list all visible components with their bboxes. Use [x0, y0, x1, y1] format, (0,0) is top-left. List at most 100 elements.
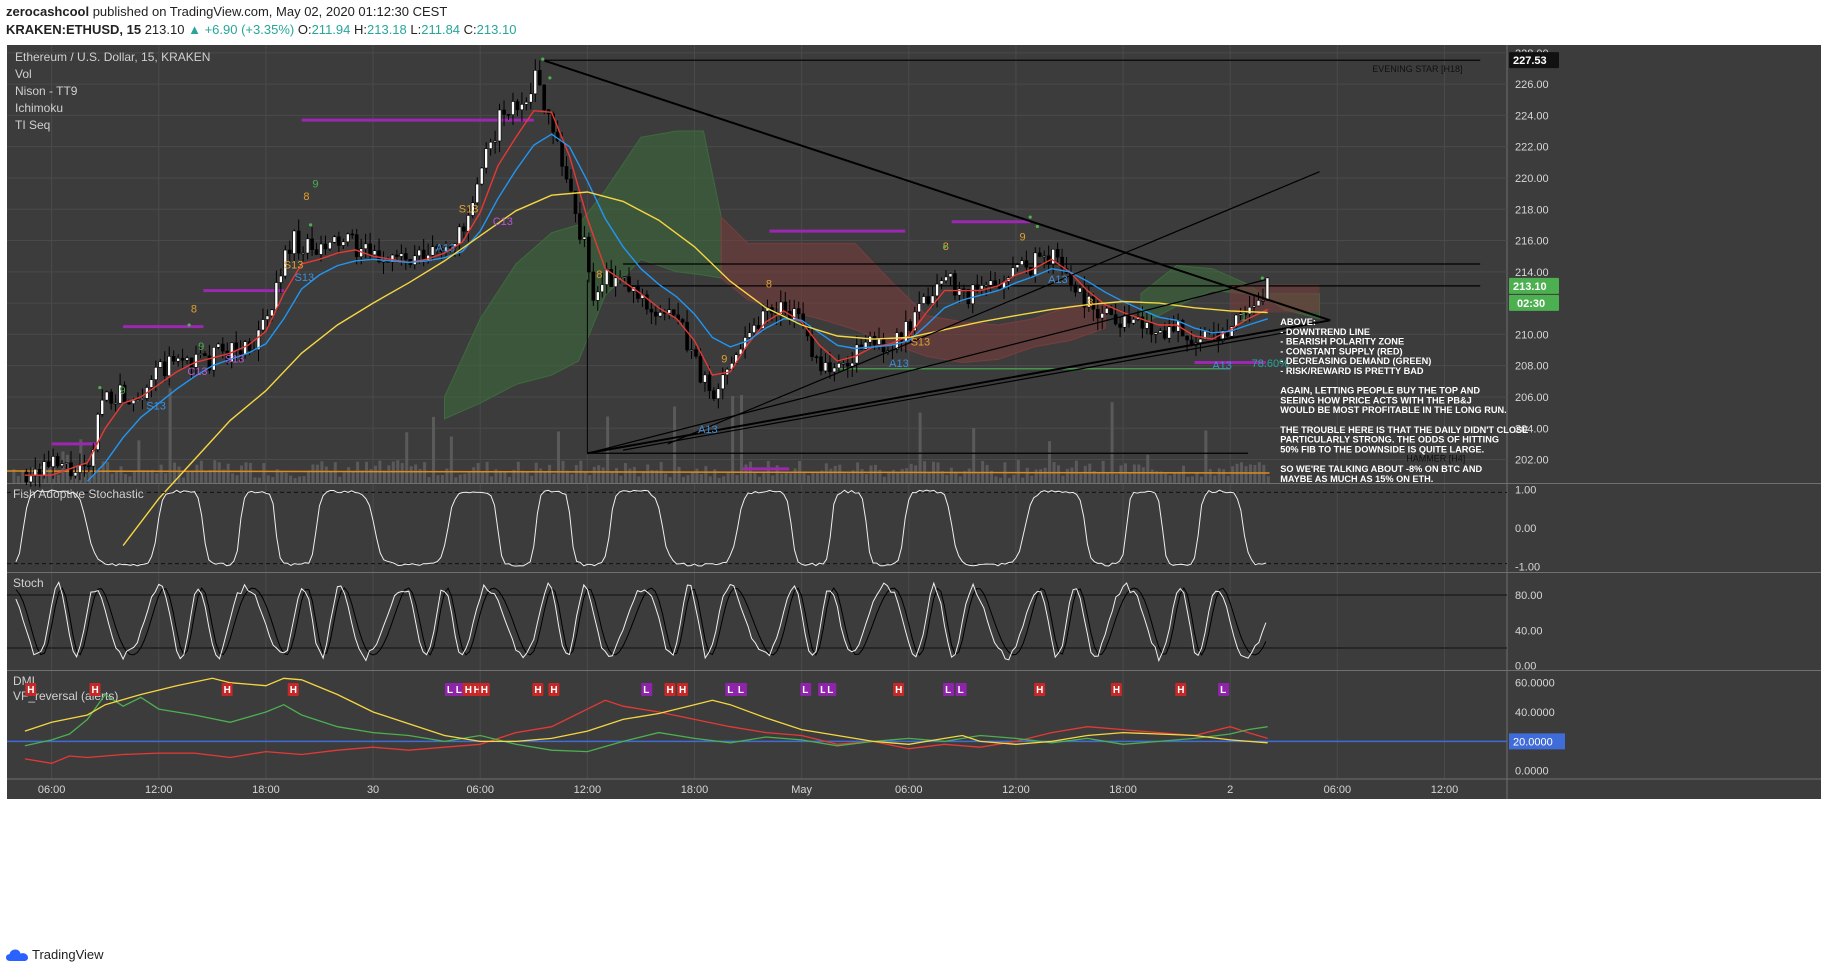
- price-label: 227.53: [1513, 55, 1547, 67]
- candle-body: [1118, 323, 1122, 328]
- volume-bar: [793, 468, 797, 483]
- volume-bar: [182, 477, 185, 483]
- volume-bar: [414, 464, 418, 483]
- volume-bar: [1074, 460, 1078, 483]
- td-seq-label: S13: [295, 272, 315, 284]
- volume-bar: [445, 468, 449, 483]
- volume-bar: [905, 468, 909, 483]
- volume-bar: [1266, 476, 1270, 483]
- candle-body: [104, 391, 109, 401]
- volume-bar: [1101, 460, 1105, 483]
- candle-body: [1024, 260, 1029, 268]
- volume-bar: [865, 473, 869, 483]
- volume-bar: [1217, 468, 1221, 483]
- fisher-tick-label: 0.00: [1515, 523, 1536, 535]
- time-tick-label: 12:00: [574, 784, 602, 796]
- candle-body: [1185, 335, 1189, 341]
- volume-bar: [1213, 475, 1217, 483]
- volume-bar: [695, 468, 699, 483]
- candle-body: [37, 468, 42, 476]
- candle-body: [484, 148, 488, 169]
- volume-bar: [900, 469, 904, 483]
- volume-bar: [1137, 464, 1141, 483]
- candle-body: [162, 361, 167, 377]
- volume-bar: [632, 467, 636, 483]
- footer: TradingView: [0, 940, 1828, 970]
- volume-bar: [896, 472, 900, 483]
- tradingview-cloud-icon: [6, 949, 28, 961]
- price-tick-label: 206.00: [1515, 392, 1549, 404]
- candle-body: [1247, 306, 1252, 315]
- note-line: - BEARISH POLARITY ZONE: [1280, 337, 1404, 347]
- candle-body: [993, 280, 997, 286]
- candle-body: [694, 349, 698, 357]
- volume-bar: [436, 475, 440, 483]
- volume-bar: [1083, 465, 1087, 483]
- candle-body: [243, 341, 247, 355]
- volume-bar: [146, 470, 150, 483]
- candle-body: [747, 332, 752, 338]
- volume-bar: [1048, 441, 1052, 483]
- candle-body: [113, 402, 118, 405]
- td-seq-label: A13: [436, 242, 456, 254]
- close-value: 213.10: [476, 22, 517, 37]
- reversal-alert-label: L: [802, 685, 808, 696]
- volume-bar: [507, 476, 511, 483]
- signal-dot: [98, 385, 102, 390]
- volume-bar: [235, 475, 239, 483]
- volume-bar: [686, 475, 690, 483]
- volume-bar: [141, 470, 145, 483]
- candle-body: [1198, 338, 1203, 343]
- volume-bar: [1248, 464, 1252, 483]
- time-tick-label: 06:00: [466, 784, 494, 796]
- volume-bar: [302, 476, 306, 483]
- candle-body: [198, 353, 203, 355]
- reversal-alert-label: H: [1113, 685, 1120, 696]
- brand-name: TradingView: [32, 947, 104, 962]
- candle-body: [649, 308, 654, 313]
- candle-body: [1073, 284, 1078, 293]
- price-tick-label: 226.00: [1515, 79, 1549, 91]
- volume-bar: [329, 471, 333, 483]
- candle-body: [493, 140, 497, 143]
- reversal-alert-label: H: [895, 685, 902, 696]
- candle-body: [689, 349, 694, 351]
- volume-bar: [704, 466, 708, 483]
- volume-bar: [1141, 467, 1145, 483]
- tradingview-logo[interactable]: TradingView: [6, 947, 104, 962]
- volume-bar: [1043, 467, 1047, 483]
- volume-bar: [873, 464, 877, 483]
- polarity-zone: [1230, 284, 1320, 313]
- volume-bar: [994, 476, 998, 483]
- candle-body: [921, 296, 926, 304]
- candle-body: [756, 325, 761, 329]
- candle-body: [720, 374, 725, 390]
- reversal-alert-label: H: [679, 685, 686, 696]
- candle-body: [1145, 322, 1149, 329]
- note-line: SO WE'RE TALKING ABOUT -8% ON BTC AND: [1280, 464, 1482, 474]
- volume-bar: [1186, 476, 1190, 483]
- note-line: SEEING HOW PRICE ACTS WITH THE PB&J: [1280, 395, 1472, 405]
- candle-body: [310, 238, 314, 250]
- volume-bar: [1012, 474, 1016, 483]
- candle-body: [850, 362, 855, 367]
- volume-bar: [449, 436, 453, 483]
- candle-body: [975, 284, 980, 290]
- candle-body: [368, 243, 372, 256]
- candle-body: [578, 213, 582, 240]
- chart-canvas[interactable]: 202.00204.00206.00208.00210.00212.00214.…: [7, 45, 1821, 937]
- candle-body: [604, 269, 609, 285]
- volume-bar: [338, 476, 342, 483]
- volume-bar: [298, 476, 302, 483]
- volume-bar: [1182, 465, 1185, 483]
- candle-body: [502, 109, 506, 115]
- volume-bar: [740, 394, 744, 483]
- volume-bar: [1132, 464, 1136, 483]
- volume-bar: [525, 470, 529, 483]
- candle-body: [667, 309, 672, 314]
- note-line: - CONSTANT SUPPLY (RED): [1280, 346, 1402, 356]
- volume-bar: [137, 440, 141, 483]
- candle-body: [1171, 326, 1176, 332]
- author-link[interactable]: zerocashcool: [6, 4, 89, 19]
- time-tick-label: 18:00: [1109, 784, 1137, 796]
